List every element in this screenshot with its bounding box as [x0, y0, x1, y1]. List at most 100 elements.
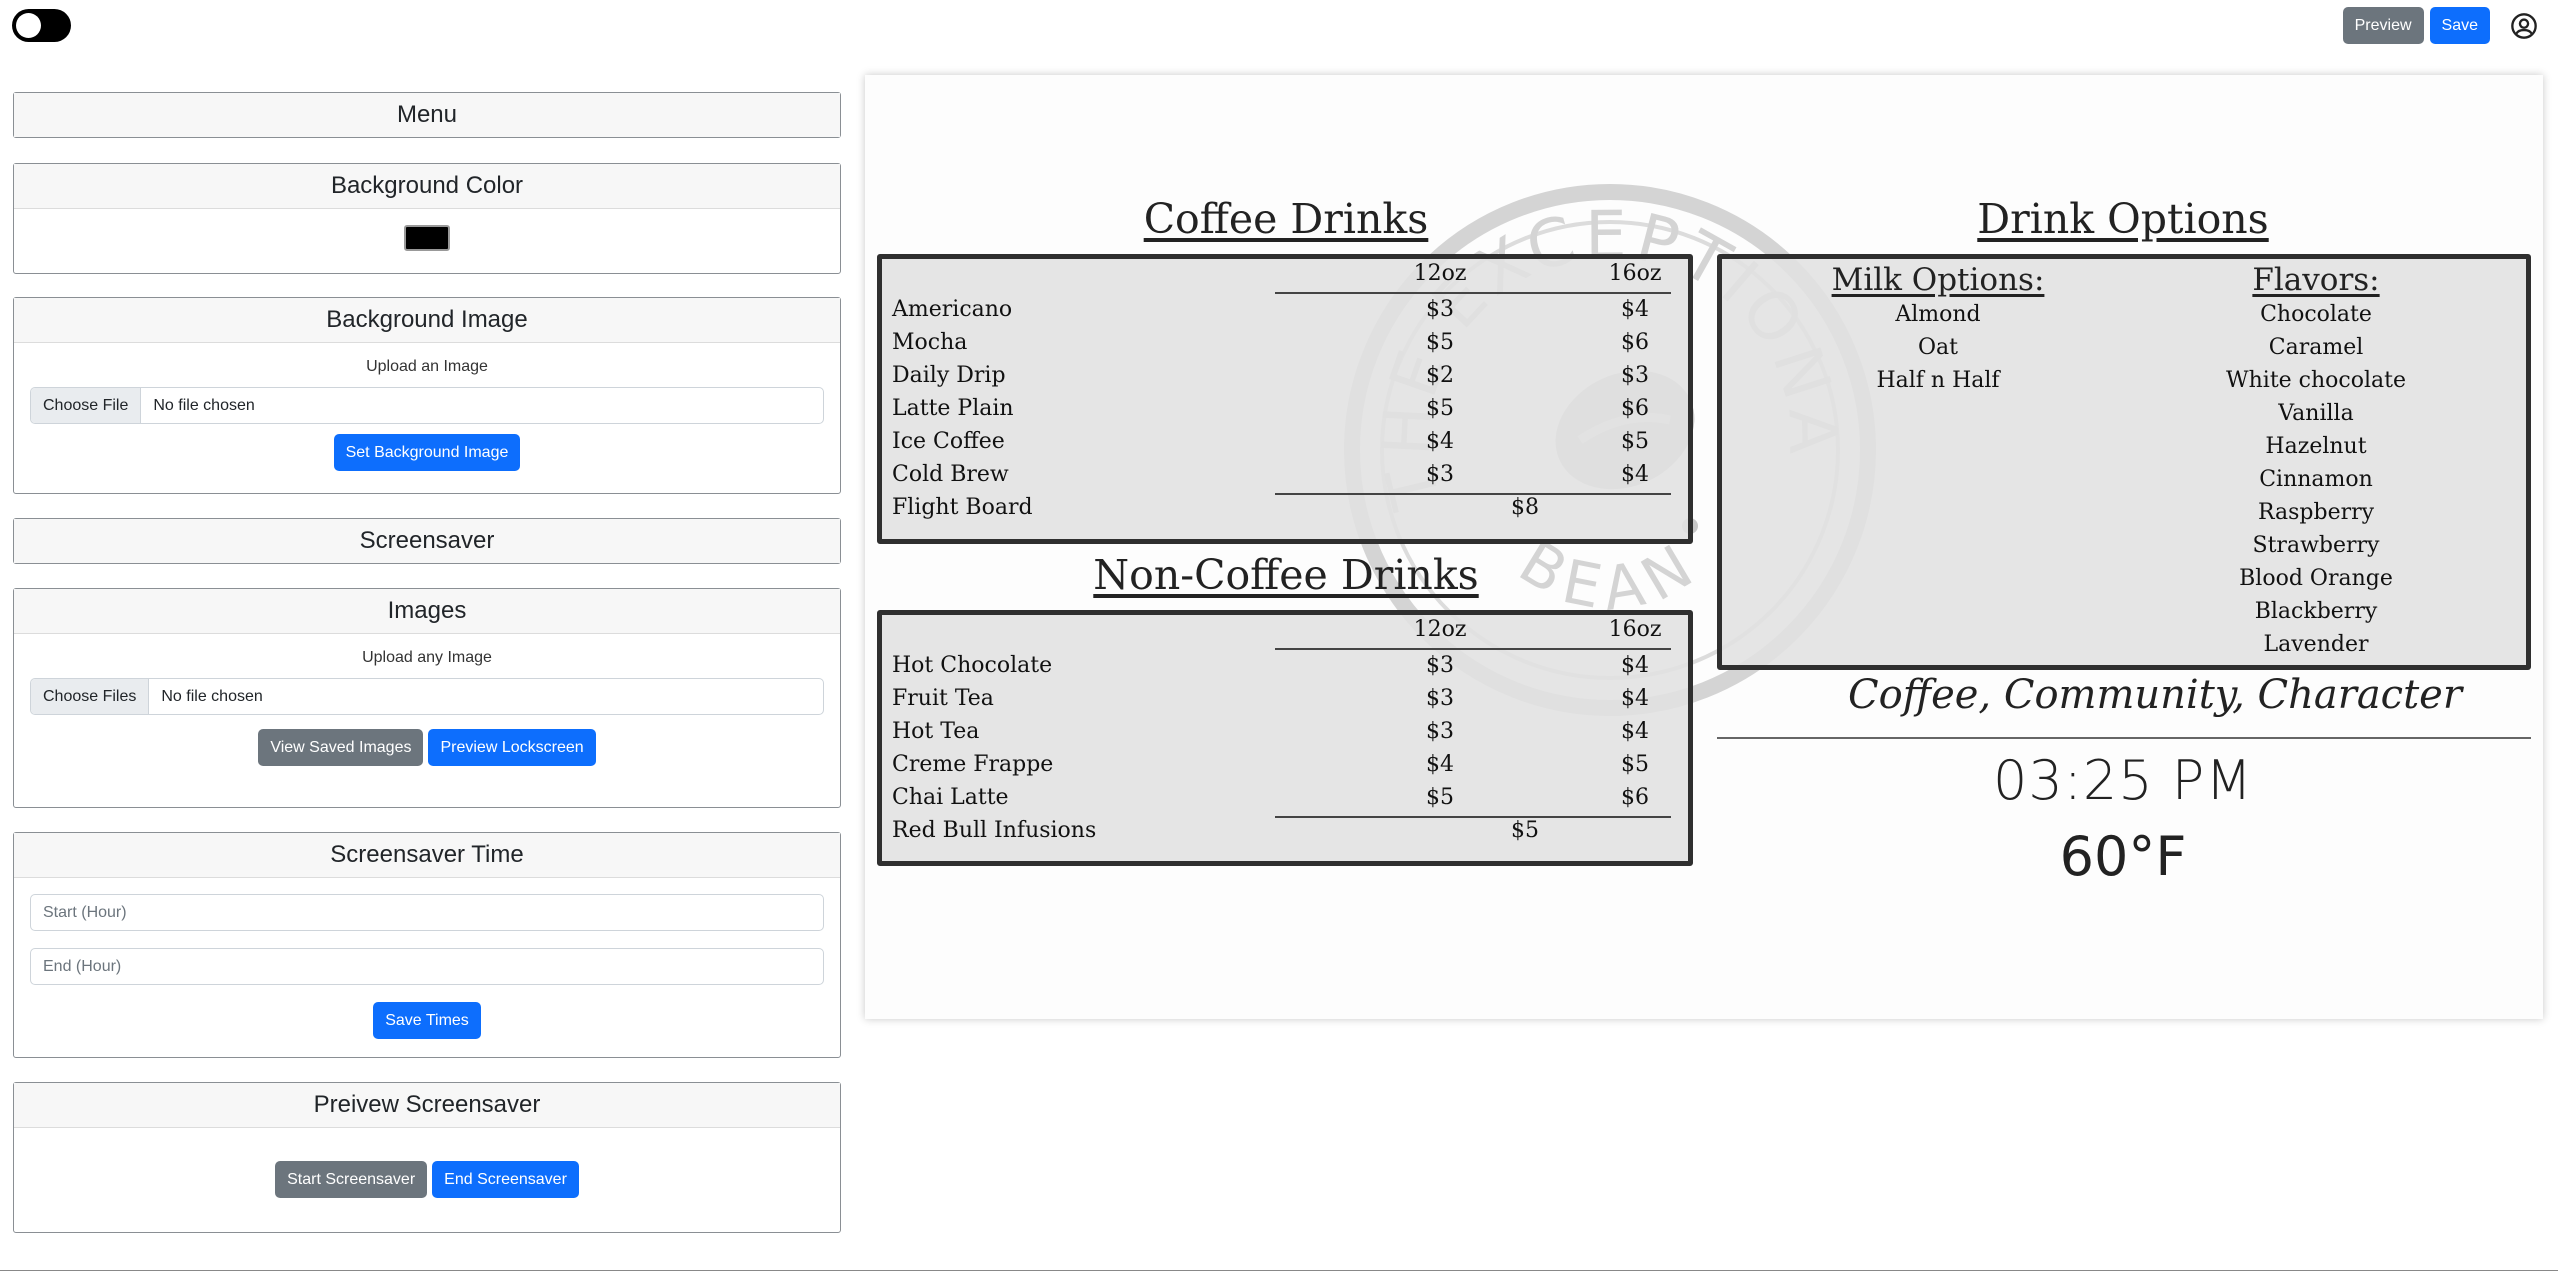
item-name: Daily Drip	[892, 363, 1006, 388]
temperature: 60°F	[2059, 825, 2187, 888]
preview-lockscreen-button[interactable]: Preview Lockscreen	[428, 729, 596, 766]
size-16oz: 16oz	[1608, 617, 1662, 642]
noncoffee-size-header: 12oz 16oz	[890, 615, 1680, 648]
drink-options-title: Drink Options	[1977, 195, 2269, 243]
milk-option: Almond	[1895, 302, 1981, 327]
menu-item-row: Mocha $5 $6	[890, 328, 1680, 361]
background-color-card: Background Color	[13, 163, 841, 274]
background-image-card: Background Image Upload an Image Choose …	[13, 297, 841, 494]
price-12oz: $5	[1426, 785, 1454, 810]
background-image-title: Background Image	[14, 298, 840, 343]
item-name: Hot Tea	[892, 719, 980, 744]
save-times-button[interactable]: Save Times	[373, 1002, 481, 1039]
item-name: Mocha	[892, 330, 968, 355]
choose-files-button[interactable]: Choose Files	[31, 679, 150, 714]
start-hour-input[interactable]: Start (Hour)	[30, 894, 824, 931]
flavor-option: Blood Orange	[2239, 566, 2393, 591]
flavor-option: Raspberry	[2257, 500, 2375, 525]
size-12oz: 12oz	[1413, 261, 1467, 286]
screensaver-time-card: Screensaver Time Start (Hour) End (Hour)…	[13, 832, 841, 1058]
price-16oz: $4	[1621, 653, 1649, 678]
menu-item-row: Ice Coffee $4 $5	[890, 427, 1680, 460]
menu-item-row: Chai Latte $5 $6	[890, 783, 1680, 816]
save-button[interactable]: Save	[2429, 7, 2490, 44]
flavor-option: Strawberry	[2252, 533, 2380, 558]
price-12oz: $2	[1426, 363, 1454, 388]
milk-option: Oat	[1918, 335, 1958, 360]
item-name: Ice Coffee	[892, 429, 1005, 454]
item-name: Creme Frappe	[892, 752, 1054, 777]
menu-preview: THE EXCEPTIONAL BEAN Coffee Drinks 12oz …	[865, 75, 2543, 1019]
price-12oz: $5	[1426, 330, 1454, 355]
item-name: Red Bull Infusions	[892, 818, 1097, 843]
item-name: Fruit Tea	[892, 686, 994, 711]
flavor-option: Lavender	[2263, 632, 2369, 657]
milk-options-title: Milk Options:	[1831, 262, 2045, 298]
price-16oz: $4	[1621, 462, 1649, 487]
menu-item-row: Hot Tea $3 $4	[890, 717, 1680, 750]
tagline: Coffee, Community, Character	[1848, 672, 2462, 718]
special-item-row: Flight Board $8	[890, 493, 1680, 526]
non-coffee-drinks-title: Non-Coffee Drinks	[1093, 551, 1479, 599]
flavor-option: Hazelnut	[2265, 434, 2367, 459]
flavor-option: Caramel	[2268, 335, 2364, 360]
price-16oz: $5	[1621, 429, 1649, 454]
clock: 03:25 PM	[1993, 749, 2253, 812]
background-color-picker[interactable]	[404, 225, 450, 251]
upload-any-image-label: Upload any Image	[362, 649, 492, 666]
header-divider	[1275, 648, 1671, 650]
price-16oz: $6	[1621, 330, 1649, 355]
price-12oz: $3	[1426, 462, 1454, 487]
images-file-input[interactable]: Choose Files No file chosen	[30, 678, 824, 715]
user-account-icon[interactable]	[2510, 12, 2538, 40]
view-saved-images-button[interactable]: View Saved Images	[258, 729, 424, 766]
menu-item-row: Fruit Tea $3 $4	[890, 684, 1680, 717]
preview-button[interactable]: Preview	[2342, 7, 2424, 44]
images-card: Images Upload any Image Choose Files No …	[13, 588, 841, 808]
end-hour-input[interactable]: End (Hour)	[30, 948, 824, 985]
end-screensaver-button[interactable]: End Screensaver	[432, 1161, 579, 1198]
menu-item-row: Hot Chocolate $3 $4	[890, 651, 1680, 684]
size-16oz: 16oz	[1608, 261, 1662, 286]
preview-screensaver-title: Preivew Screensaver	[14, 1083, 840, 1128]
images-title: Images	[14, 589, 840, 634]
start-screensaver-button[interactable]: Start Screensaver	[275, 1161, 428, 1198]
item-name: Flight Board	[892, 495, 1033, 520]
item-name: Chai Latte	[892, 785, 1009, 810]
price-16oz: $6	[1621, 785, 1649, 810]
flavor-option: Blackberry	[2254, 599, 2378, 624]
price-16oz: $5	[1621, 752, 1649, 777]
price-16oz: $4	[1621, 297, 1649, 322]
item-name: Hot Chocolate	[892, 653, 1053, 678]
price-16oz: $4	[1621, 686, 1649, 711]
screensaver-section-title: Screensaver	[14, 519, 840, 563]
flavor-option: Cinnamon	[2259, 467, 2373, 492]
menu-item-row: Americano $3 $4	[890, 295, 1680, 328]
preview-screensaver-card: Preivew Screensaver Start Screensaver En…	[13, 1082, 841, 1233]
flavor-option: White chocolate	[2226, 368, 2406, 393]
toggle-knob	[16, 13, 41, 38]
menu-section-title: Menu	[14, 93, 840, 137]
choose-file-button[interactable]: Choose File	[31, 388, 142, 423]
dark-mode-toggle[interactable]	[12, 9, 71, 42]
size-12oz: 12oz	[1413, 617, 1467, 642]
top-actions: Preview Save	[2342, 7, 2538, 44]
screensaver-time-title: Screensaver Time	[14, 833, 840, 878]
screensaver-section[interactable]: Screensaver	[13, 518, 841, 564]
item-name: Americano	[892, 297, 1013, 322]
price-12oz: $5	[1426, 396, 1454, 421]
background-image-file-input[interactable]: Choose File No file chosen	[30, 387, 824, 424]
non-coffee-drinks-box: 12oz 16oz Hot Chocolate $3 $4 Fruit Tea …	[877, 610, 1693, 866]
flavors-title: Flavors:	[2252, 262, 2380, 298]
price-12oz: $4	[1426, 752, 1454, 777]
set-background-image-button[interactable]: Set Background Image	[333, 434, 521, 471]
files-name: No file chosen	[161, 687, 263, 705]
menu-section[interactable]: Menu	[13, 92, 841, 138]
item-price: $8	[1511, 495, 1539, 520]
coffee-drinks-box: 12oz 16oz Americano $3 $4 Mocha $5 $6 Da…	[877, 254, 1693, 544]
price-12oz: $3	[1426, 686, 1454, 711]
item-name: Latte Plain	[892, 396, 1014, 421]
page-bottom-border	[0, 1270, 2558, 1271]
special-item-row: Red Bull Infusions $5	[890, 816, 1680, 849]
price-12oz: $3	[1426, 297, 1454, 322]
